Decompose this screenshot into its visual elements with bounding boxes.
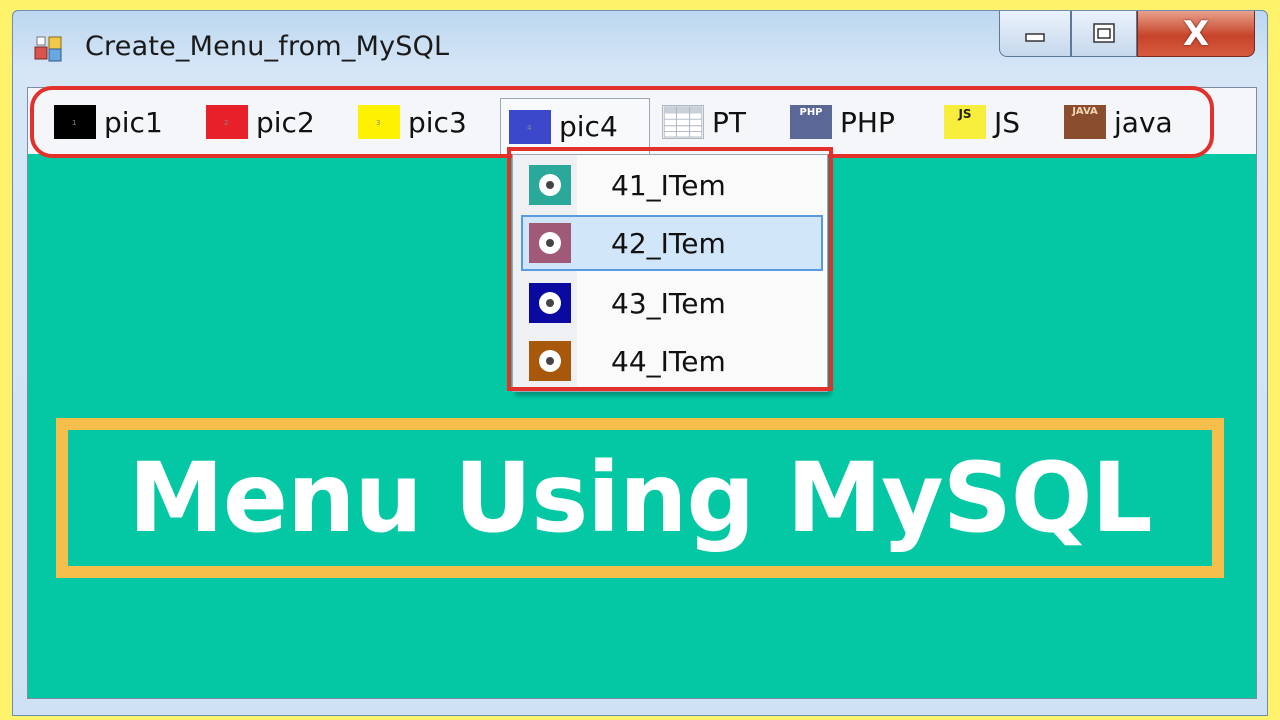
- menu-item-label: pic2: [256, 105, 315, 139]
- blue-square-icon: 4: [509, 109, 551, 144]
- dropdown-menu: 41_ITem 42_ITem 43_ITem 44_ITem: [507, 147, 833, 392]
- dropdown-item-42[interactable]: 42_ITem: [521, 215, 823, 271]
- dropdown-item-label: 41_ITem: [611, 168, 726, 202]
- menu-bar: 1 pic1 2 pic2 3 pic3 4 pic4 PT PHP PHP J…: [28, 86, 1256, 158]
- menu-item-pic4[interactable]: 4 pic4: [500, 98, 650, 154]
- item-icon: [529, 341, 571, 381]
- menu-item-pic3[interactable]: 3 pic3: [358, 100, 467, 144]
- menu-item-java[interactable]: JAVA java: [1064, 100, 1173, 144]
- item-icon: [529, 283, 571, 323]
- dropdown-item-43[interactable]: 43_ITem: [521, 275, 823, 331]
- client-area: 1 pic1 2 pic2 3 pic3 4 pic4 PT PHP PHP J…: [27, 86, 1257, 699]
- minimize-icon: [1025, 32, 1045, 42]
- dropdown-item-label: 42_ITem: [611, 226, 726, 260]
- menu-item-label: PT: [712, 105, 746, 139]
- menu-item-label: pic3: [408, 105, 467, 139]
- menu-item-pt[interactable]: PT: [662, 100, 746, 144]
- red-square-icon: 2: [206, 105, 248, 139]
- maximize-button[interactable]: [1071, 11, 1137, 57]
- minimize-button[interactable]: [999, 11, 1071, 57]
- menu-item-pic1[interactable]: 1 pic1: [54, 100, 163, 144]
- window-title: Create_Menu_from_MySQL: [85, 31, 450, 62]
- menu-item-label: pic4: [559, 110, 618, 143]
- maximize-icon: [1093, 22, 1115, 43]
- dropdown-item-label: 44_ITem: [611, 344, 726, 378]
- close-button[interactable]: X: [1137, 11, 1255, 57]
- dropdown-item-label: 43_ITem: [611, 286, 726, 320]
- menu-item-label: pic1: [104, 105, 163, 139]
- dropdown-item-44[interactable]: 44_ITem: [521, 333, 823, 389]
- menu-item-label: java: [1114, 105, 1173, 139]
- item-icon: [529, 223, 571, 263]
- menu-item-php[interactable]: PHP PHP: [790, 100, 895, 144]
- black-square-icon: 1: [54, 105, 96, 139]
- banner-title: Menu Using MySQL: [128, 442, 1152, 554]
- app-window: Create_Menu_from_MySQL X 1 pic1 2 pic2 3…: [12, 10, 1268, 716]
- caption-buttons: X: [999, 11, 1255, 59]
- table-icon: [662, 105, 704, 139]
- js-icon: JS: [944, 105, 986, 139]
- menu-item-js[interactable]: JS JS: [944, 100, 1020, 144]
- java-icon: JAVA: [1064, 105, 1106, 139]
- app-icon: [34, 36, 62, 62]
- yellow-square-icon: 3: [358, 105, 400, 139]
- menu-item-label: PHP: [840, 105, 895, 139]
- menu-item-pic2[interactable]: 2 pic2: [206, 100, 315, 144]
- menu-item-label: JS: [994, 105, 1021, 139]
- title-bar[interactable]: Create_Menu_from_MySQL X: [13, 11, 1267, 83]
- php-icon: PHP: [790, 105, 832, 139]
- dropdown-item-41[interactable]: 41_ITem: [521, 157, 823, 213]
- close-icon: X: [1182, 13, 1210, 54]
- item-icon: [529, 165, 571, 205]
- title-banner: Menu Using MySQL: [56, 418, 1224, 578]
